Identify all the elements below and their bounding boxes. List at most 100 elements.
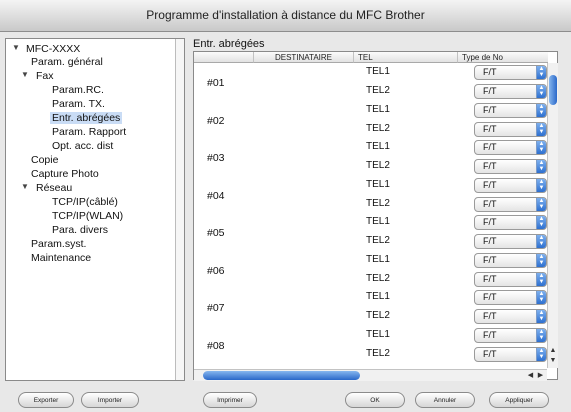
table-row: #04 TEL1 F/T ▲ ▼ TEL2 F/T ▲ ▼ [194, 177, 548, 214]
number-type-select[interactable]: F/T ▲ ▼ [474, 271, 547, 287]
disclosure-triangle-down-icon[interactable]: ▼ [21, 182, 29, 191]
horizontal-scroll-thumb[interactable] [203, 371, 360, 380]
number-type-value: F/T [483, 273, 497, 284]
tree-node-tcpip-wlan[interactable]: TCP/IP(WLAN) [52, 210, 123, 222]
print-button[interactable]: Imprimer [203, 392, 257, 408]
arrow-right-icon[interactable]: ▶ [536, 370, 545, 381]
tel-label: TEL2 [366, 197, 390, 209]
table-row: #05 TEL1 F/T ▲ ▼ TEL2 F/T ▲ ▼ [194, 215, 548, 251]
up-down-arrows-icon: ▲ ▼ [536, 141, 546, 154]
tree-node-param-rapport[interactable]: Param. Rapport [52, 126, 126, 138]
disclosure-triangle-down-icon[interactable]: ▼ [12, 43, 20, 52]
tree-node-param-rc[interactable]: Param.RC. [52, 84, 104, 96]
up-down-arrows-icon: ▲ ▼ [536, 178, 546, 192]
number-type-value: F/T [483, 329, 497, 340]
up-down-arrows-icon: ▲ ▼ [536, 103, 546, 117]
number-type-select[interactable]: F/T ▲ ▼ [474, 234, 547, 249]
number-type-value: F/T [483, 161, 497, 171]
tree-node-copie[interactable]: Copie [31, 154, 58, 166]
column-header-type[interactable]: Type de No [458, 52, 548, 63]
tel-label: TEL1 [366, 66, 390, 77]
tel-label: TEL2 [366, 310, 390, 321]
entry-number: #08 [207, 339, 225, 352]
column-header-tel[interactable]: TEL [354, 52, 458, 63]
ok-button[interactable]: OK [345, 392, 405, 408]
vertical-scroll-thumb[interactable] [549, 75, 557, 105]
column-header-destinataire[interactable]: DESTINATAIRE [254, 52, 354, 63]
entry-number: #04 [207, 189, 225, 202]
number-type-select[interactable]: F/T ▲ ▼ [474, 327, 547, 343]
tel-label: TEL1 [366, 328, 390, 340]
number-type-value: F/T [483, 348, 497, 359]
up-down-arrows-icon: ▲ ▼ [536, 66, 546, 79]
number-type-select[interactable]: F/T ▲ ▼ [474, 252, 547, 268]
up-down-arrows-icon: ▲ ▼ [536, 272, 546, 286]
tree-node-entr-abregees[interactable]: Entr. abrégées [50, 112, 123, 124]
tree-scrollbar[interactable] [175, 39, 184, 380]
tree-node-param-general[interactable]: Param. général [31, 56, 103, 68]
number-type-select[interactable]: F/T ▲ ▼ [474, 309, 547, 324]
tree-node-maintenance[interactable]: Maintenance [31, 252, 91, 264]
apply-button[interactable]: Appliquer [489, 392, 549, 408]
tree-node-capture-photo[interactable]: Capture Photo [31, 168, 99, 180]
tree-node-opt-acc-dist[interactable]: Opt. acc. dist [52, 140, 113, 152]
tree-node-fax[interactable]: Fax [36, 70, 54, 82]
section-title: Entr. abrégées [193, 38, 265, 50]
number-type-select[interactable]: F/T ▲ ▼ [474, 159, 547, 174]
table-horizontal-scrollbar[interactable]: ◀ ▶ [194, 369, 547, 381]
up-down-arrows-icon: ▲ ▼ [536, 160, 546, 173]
table-row: #06 TEL1 F/T ▲ ▼ TEL2 F/T ▲ ▼ [194, 252, 548, 289]
tree-node-mfc[interactable]: MFC-XXXX [26, 43, 80, 55]
up-down-arrows-icon: ▲ ▼ [536, 310, 546, 323]
export-button[interactable]: Exporter [18, 392, 74, 408]
up-down-arrows-icon: ▲ ▼ [536, 253, 546, 267]
tree-node-param-tx[interactable]: Param. TX. [52, 98, 105, 110]
number-type-value: F/T [483, 254, 497, 265]
tree-node-param-syst[interactable]: Param.syst. [31, 238, 86, 250]
number-type-select[interactable]: F/T ▲ ▼ [474, 84, 547, 99]
number-type-select[interactable]: F/T ▲ ▼ [474, 346, 547, 362]
number-type-select[interactable]: F/T ▲ ▼ [474, 140, 547, 155]
number-type-select[interactable]: F/T ▲ ▼ [474, 215, 547, 230]
window-title: Programme d'installation à distance du M… [0, 0, 571, 32]
up-down-arrows-icon: ▲ ▼ [536, 122, 546, 136]
table-row: #02 TEL1 F/T ▲ ▼ TEL2 F/T ▲ ▼ [194, 102, 548, 139]
number-type-select[interactable]: F/T ▲ ▼ [474, 65, 547, 80]
number-type-value: F/T [483, 142, 497, 152]
tree-node-reseau[interactable]: Réseau [36, 182, 72, 194]
number-type-select[interactable]: F/T ▲ ▼ [474, 102, 547, 118]
up-down-arrows-icon: ▲ ▼ [536, 328, 546, 342]
number-type-select[interactable]: F/T ▲ ▼ [474, 290, 547, 305]
settings-tree[interactable]: ▼ MFC-XXXX Param. général ▼ Fax Param.RC… [5, 38, 185, 381]
number-type-value: F/T [483, 236, 497, 246]
tel-label: TEL1 [366, 141, 390, 152]
arrow-left-icon[interactable]: ◀ [526, 370, 535, 381]
tree-node-para-divers[interactable]: Para. divers [52, 224, 108, 236]
number-type-value: F/T [483, 179, 497, 190]
tel-label: TEL1 [366, 216, 390, 227]
tel-label: TEL1 [366, 253, 390, 265]
import-button[interactable]: Importer [81, 392, 139, 408]
number-type-select[interactable]: F/T ▲ ▼ [474, 177, 547, 193]
tel-label: TEL1 [366, 178, 390, 190]
tel-label: TEL2 [366, 272, 390, 284]
arrow-down-icon[interactable]: ▼ [548, 356, 558, 366]
disclosure-triangle-down-icon[interactable]: ▼ [21, 70, 29, 79]
table-row: #01 TEL1 F/T ▲ ▼ TEL2 F/T ▲ ▼ [194, 65, 548, 101]
arrow-up-icon[interactable]: ▲ [548, 346, 558, 356]
tel-label: TEL2 [366, 235, 390, 246]
number-type-value: F/T [483, 292, 497, 302]
entry-number: #06 [207, 264, 225, 277]
number-type-select[interactable]: F/T ▲ ▼ [474, 196, 547, 212]
tel-label: TEL1 [366, 103, 390, 115]
number-type-value: F/T [483, 311, 497, 321]
cancel-button[interactable]: Annuler [415, 392, 475, 408]
column-header-id[interactable] [194, 52, 254, 63]
number-type-select[interactable]: F/T ▲ ▼ [474, 121, 547, 137]
table-vertical-scrollbar[interactable]: ▲ ▼ [547, 63, 558, 368]
up-down-arrows-icon: ▲ ▼ [536, 216, 546, 229]
number-type-value: F/T [483, 104, 497, 115]
entry-number: #01 [207, 77, 225, 89]
tree-node-tcpip-cable[interactable]: TCP/IP(câblé) [52, 196, 118, 208]
up-down-arrows-icon: ▲ ▼ [536, 347, 546, 361]
